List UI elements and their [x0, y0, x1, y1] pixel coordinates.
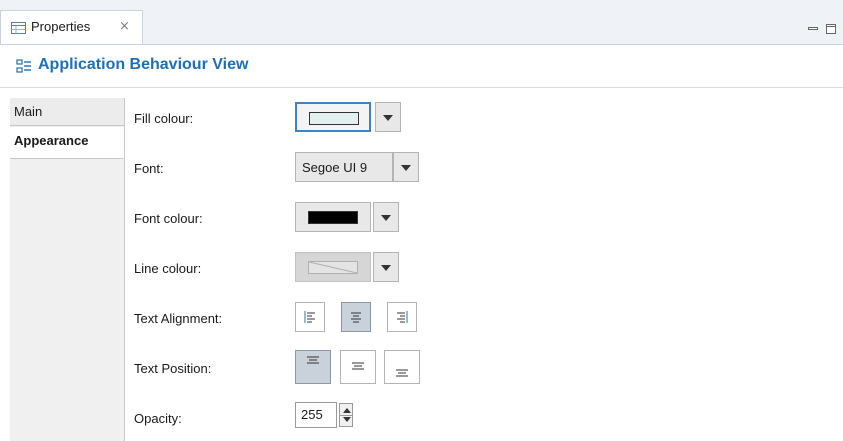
application-view-icon — [16, 59, 31, 73]
align-right-button[interactable] — [387, 302, 417, 332]
page-header: Application Behaviour View — [0, 45, 843, 88]
position-bottom-icon — [396, 369, 408, 377]
view-tab-bar: Properties ⨯ — [0, 0, 843, 45]
spin-down-icon[interactable] — [343, 417, 351, 422]
font-button[interactable]: Segoe UI 9 — [295, 152, 393, 182]
fill-colour-button[interactable] — [295, 102, 371, 132]
minimize-icon[interactable] — [808, 24, 818, 34]
align-center-button[interactable] — [341, 302, 371, 332]
close-icon[interactable]: ⨯ — [119, 18, 130, 34]
opacity-label: Opacity: — [134, 411, 182, 426]
align-left-icon — [304, 311, 315, 323]
line-colour-disabled-swatch — [308, 261, 358, 274]
font-dropdown[interactable] — [393, 152, 419, 182]
spinner-divider — [340, 415, 352, 416]
spin-up-icon[interactable] — [343, 408, 351, 413]
opacity-input[interactable]: 255 — [295, 402, 337, 428]
position-middle-icon — [352, 362, 364, 370]
align-left-button[interactable] — [295, 302, 325, 332]
opacity-value: 255 — [301, 407, 323, 422]
fill-colour-swatch — [309, 112, 359, 125]
opacity-spinner[interactable] — [339, 403, 353, 427]
tab-title: Properties — [31, 19, 91, 34]
text-alignment-label: Text Alignment: — [134, 311, 223, 326]
position-top-icon — [307, 356, 319, 364]
category-tabs: Main Appearance — [10, 98, 125, 441]
position-bottom-button[interactable] — [384, 350, 420, 384]
line-colour-button[interactable] — [295, 252, 371, 282]
font-value: Segoe UI 9 — [302, 160, 368, 175]
position-middle-button[interactable] — [340, 350, 376, 384]
properties-table-icon — [11, 22, 26, 34]
align-right-icon — [397, 311, 408, 323]
line-colour-dropdown[interactable] — [373, 252, 399, 282]
fill-colour-label: Fill colour: — [134, 111, 194, 126]
tab-properties[interactable]: Properties ⨯ — [0, 10, 143, 44]
font-colour-label: Font colour: — [134, 211, 203, 226]
font-colour-swatch — [308, 211, 358, 224]
line-colour-label: Line colour: — [134, 261, 202, 276]
maximize-icon[interactable] — [826, 24, 836, 34]
position-top-button[interactable] — [295, 350, 331, 384]
font-colour-dropdown[interactable] — [373, 202, 399, 232]
font-colour-button[interactable] — [295, 202, 371, 232]
align-center-icon — [351, 312, 361, 323]
page-title: Application Behaviour View — [38, 56, 249, 73]
font-label: Font: — [134, 161, 164, 176]
category-tab-main[interactable]: Main — [10, 98, 124, 126]
text-position-label: Text Position: — [134, 361, 212, 376]
category-tab-appearance[interactable]: Appearance — [10, 127, 124, 159]
fill-colour-dropdown[interactable] — [375, 102, 401, 132]
